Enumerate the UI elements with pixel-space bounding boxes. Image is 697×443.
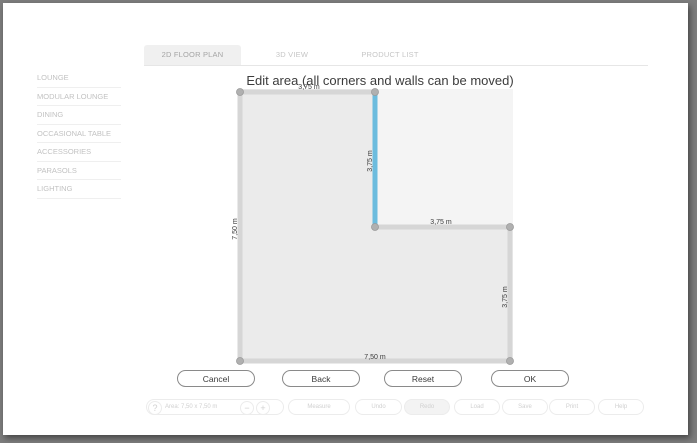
corner-handle-right-top[interactable] [506,223,514,231]
corner-handle-bottom-right[interactable] [506,357,514,365]
corner-handle-top-middle[interactable] [371,88,379,96]
back-button[interactable]: Back [282,370,360,387]
dimension-label-left: 7,50 m [232,218,239,240]
measure-button[interactable]: Measure [288,399,350,415]
corner-handle-top-left[interactable] [236,88,244,96]
dimension-label-bottom: 7,50 m [364,354,386,361]
redo-button[interactable]: Redo [404,399,450,415]
dimension-label-inner-vertical: 3,75 m [367,150,374,172]
dimension-label-right: 3,75 m [502,286,509,308]
area-label: Area: 7,50 x 7,50 m [165,404,218,410]
ok-button[interactable]: OK [491,370,569,387]
dimension-label-top: 3,75 m [298,84,320,91]
app-window: 2D FLOOR PLAN 3D VIEW PRODUCT LIST LOUNG… [3,3,688,435]
dimension-label-inner-horizontal: 3,75 m [430,219,452,226]
zoom-out-icon[interactable]: − [240,401,254,415]
help-button[interactable]: Help [598,399,644,415]
load-button[interactable]: Load [454,399,500,415]
reset-button[interactable]: Reset [384,370,462,387]
print-button[interactable]: Print [549,399,595,415]
corner-handle-inner[interactable] [371,223,379,231]
area-display: ? Area: 7,50 x 7,50 m − + [146,399,284,415]
info-icon[interactable]: ? [148,401,162,415]
undo-button[interactable]: Undo [355,399,402,415]
save-button[interactable]: Save [502,399,548,415]
corner-handle-bottom-left[interactable] [236,357,244,365]
cancel-button[interactable]: Cancel [177,370,255,387]
zoom-in-icon[interactable]: + [256,401,270,415]
